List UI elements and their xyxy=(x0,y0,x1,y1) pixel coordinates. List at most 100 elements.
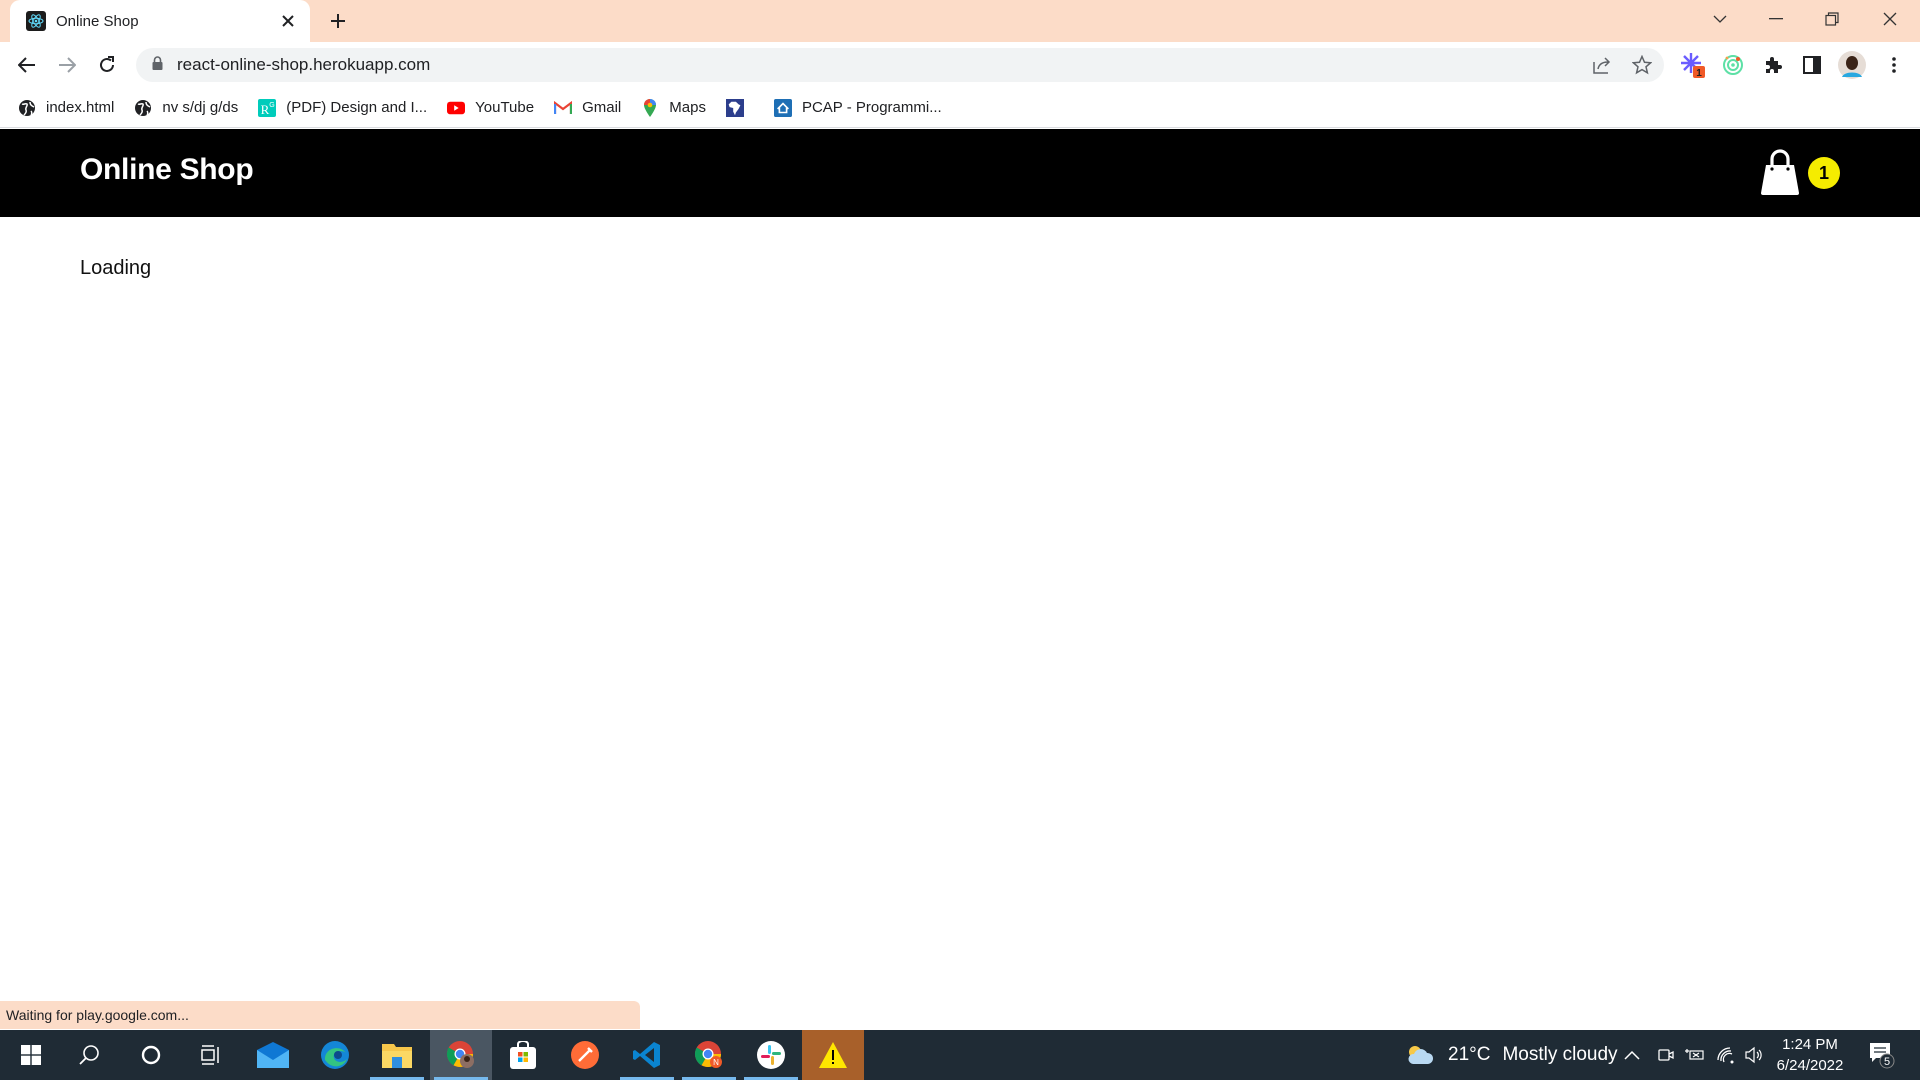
bookmark-label: nv s/dj g/ds xyxy=(162,99,239,116)
bookmark-nv-sdj-gds[interactable]: nv s/dj g/ds xyxy=(134,99,238,117)
task-view-button[interactable] xyxy=(180,1030,242,1080)
taskbar-warning-app[interactable] xyxy=(802,1030,864,1080)
close-tab-icon[interactable] xyxy=(278,11,298,31)
new-tab-button[interactable] xyxy=(326,9,350,33)
extension-target-icon[interactable] xyxy=(1718,50,1748,80)
postman-icon xyxy=(571,1041,599,1069)
researchgate-icon: RG xyxy=(258,98,277,117)
browser-toolbar: react-online-shop.herokuapp.com 1 xyxy=(0,42,1920,88)
weather-condition: Mostly cloudy xyxy=(1502,1044,1618,1065)
browser-tab-strip: Online Shop xyxy=(0,0,1920,42)
bookmark-label: Maps xyxy=(669,99,706,116)
vscode-icon xyxy=(633,1042,660,1068)
notification-count: 5 xyxy=(1884,1056,1890,1068)
svg-text:N: N xyxy=(713,1058,719,1067)
address-bar[interactable]: react-online-shop.herokuapp.com xyxy=(136,48,1664,82)
notification-icon: 5 xyxy=(1870,1043,1895,1069)
start-button[interactable] xyxy=(0,1030,62,1080)
bookmark-youtube[interactable]: YouTube xyxy=(447,99,534,117)
bookmark-maps[interactable]: Maps xyxy=(641,98,706,117)
globe-icon xyxy=(18,99,36,117)
reload-icon[interactable] xyxy=(93,51,121,79)
chrome-menu-icon[interactable] xyxy=(1879,50,1909,80)
restore-icon[interactable] xyxy=(1804,0,1860,38)
maps-icon xyxy=(641,98,659,117)
taskbar-edge[interactable] xyxy=(304,1030,366,1080)
bookmark-label: YouTube xyxy=(475,99,535,116)
browser-status-bar: Waiting for play.google.com... xyxy=(0,1001,640,1029)
taskbar-chrome-secondary[interactable]: N xyxy=(678,1030,740,1080)
show-hidden-icons-chevron[interactable] xyxy=(1624,1030,1640,1080)
url-text[interactable]: react-online-shop.herokuapp.com xyxy=(177,55,430,75)
taskbar-file-explorer[interactable] xyxy=(366,1030,428,1080)
taskbar-vscode[interactable] xyxy=(616,1030,678,1080)
site-title[interactable]: Online Shop xyxy=(80,153,254,187)
bookmark-index-html[interactable]: index.html xyxy=(18,99,114,117)
warning-icon xyxy=(819,1042,847,1068)
search-icon xyxy=(79,1045,99,1065)
cart-count-badge: 1 xyxy=(1808,157,1840,189)
store-icon xyxy=(510,1041,536,1069)
windows-taskbar: N 21°C Mostly cloudy 1:24 PM 6/24/2022 5 xyxy=(0,1030,1920,1080)
notification-center-button[interactable]: 5 xyxy=(1868,1030,1896,1080)
back-arrow-icon[interactable] xyxy=(13,51,41,79)
wifi-icon[interactable] xyxy=(1716,1030,1736,1080)
bookmark-label: PCAP - Programmi... xyxy=(801,99,942,116)
svg-text:G: G xyxy=(270,102,275,109)
forward-arrow-icon[interactable] xyxy=(53,51,81,79)
cortana-button[interactable] xyxy=(120,1030,182,1080)
bookmark-pcap[interactable]: PCAP - Programmi... xyxy=(773,98,942,117)
cloudy-weather-icon xyxy=(1408,1046,1434,1064)
weather-temperature: 21°C xyxy=(1448,1044,1491,1065)
edge-icon xyxy=(321,1041,349,1069)
taskbar-mail[interactable] xyxy=(242,1030,304,1080)
bookmark-pdf-design[interactable]: RG (PDF) Design and I... xyxy=(258,98,427,117)
weather-widget[interactable]: 21°C Mostly cloudy xyxy=(1406,1030,1618,1080)
minimize-icon[interactable] xyxy=(1748,0,1804,38)
windows-logo-icon xyxy=(21,1045,41,1065)
chrome-icon: N xyxy=(694,1041,722,1068)
globe-icon xyxy=(134,99,152,117)
shopping-bag-icon[interactable] xyxy=(1760,149,1800,197)
clock-time: 1:24 PM xyxy=(1782,1036,1838,1053)
browser-tab[interactable]: Online Shop xyxy=(10,0,310,42)
loading-text: Loading xyxy=(80,257,152,279)
taskbar-chrome-active[interactable] xyxy=(430,1030,492,1080)
gmail-icon xyxy=(554,99,573,117)
extensions-puzzle-icon[interactable] xyxy=(1758,50,1788,80)
pcap-icon xyxy=(773,98,792,117)
chrome-icon xyxy=(446,1041,474,1068)
taskbar-postman[interactable] xyxy=(554,1030,616,1080)
taskbar-slack[interactable] xyxy=(740,1030,802,1080)
africa-map-icon xyxy=(725,98,744,117)
volume-icon[interactable] xyxy=(1744,1030,1764,1080)
cortana-icon xyxy=(141,1045,161,1065)
youtube-icon xyxy=(447,99,466,117)
extension-asterisk-icon[interactable]: 1 xyxy=(1678,50,1708,80)
profile-avatar[interactable] xyxy=(1837,50,1867,80)
folder-icon xyxy=(382,1044,412,1068)
bookmarks-bar: index.html nv s/dj g/ds RG (PDF) Design … xyxy=(0,88,1920,128)
bookmark-label: Gmail xyxy=(582,99,622,116)
bookmark-gmail[interactable]: Gmail xyxy=(554,99,621,117)
battery-icon[interactable] xyxy=(1684,1030,1706,1080)
lock-icon xyxy=(152,55,163,75)
taskbar-microsoft-store[interactable] xyxy=(492,1030,554,1080)
bookmark-africa-map[interactable] xyxy=(725,98,754,117)
share-icon[interactable] xyxy=(1587,50,1617,80)
react-icon xyxy=(26,11,46,31)
taskbar-clock[interactable]: 1:24 PM 6/24/2022 xyxy=(1770,1034,1850,1076)
site-header: Online Shop xyxy=(0,129,1920,217)
bookmark-star-icon[interactable] xyxy=(1627,50,1657,80)
task-view-icon xyxy=(201,1045,219,1065)
mail-icon xyxy=(257,1042,289,1068)
close-window-icon[interactable] xyxy=(1862,0,1918,38)
tab-title: Online Shop xyxy=(56,12,139,30)
clock-date: 6/24/2022 xyxy=(1776,1057,1844,1074)
slack-icon xyxy=(757,1041,785,1069)
bookmark-label: index.html xyxy=(46,99,115,116)
search-button[interactable] xyxy=(58,1030,120,1080)
tab-search-chevron-icon[interactable] xyxy=(1692,0,1748,38)
side-panel-icon[interactable] xyxy=(1797,50,1827,80)
meet-now-icon[interactable] xyxy=(1657,1030,1675,1080)
